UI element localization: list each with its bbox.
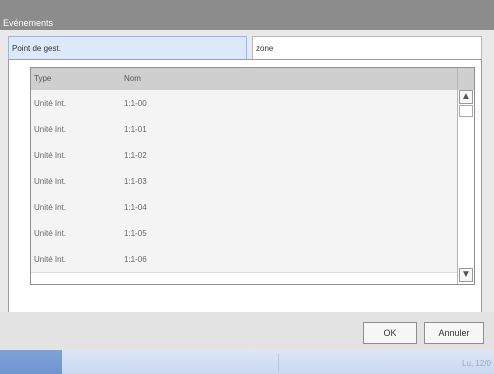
tab-point-de-gest[interactable]: Point de gest.: [8, 36, 247, 60]
down-arrow-icon[interactable]: ▼: [459, 268, 473, 282]
row-name: 1:1-05: [124, 229, 147, 238]
row-type: Unité Int.: [34, 151, 67, 160]
column-header-name[interactable]: Nom: [124, 74, 141, 83]
cancel-button[interactable]: Annuler: [424, 322, 484, 344]
row-type: Unité Int.: [34, 229, 67, 238]
row-name: 1:1-02: [124, 151, 147, 160]
dialog-button-bar: [0, 312, 494, 350]
row-type: Unité Int.: [34, 177, 67, 186]
taskbar: Lu, 12/0: [0, 350, 494, 374]
events-dialog: Evénements Point de gest. zone Type Nom …: [0, 0, 494, 350]
ok-button[interactable]: OK: [363, 322, 417, 344]
table-row[interactable]: Unité Int. 1:1-05: [31, 220, 459, 247]
tab-zone[interactable]: zone: [252, 36, 482, 60]
row-type: Unité Int.: [34, 99, 67, 108]
taskbar-clock: Lu, 12/0: [462, 359, 491, 368]
table-row[interactable]: Unité Int. 1:1-06: [31, 246, 459, 273]
table-row[interactable]: Unité Int. 1:1-00: [31, 90, 459, 117]
list-header: Type Nom: [31, 68, 459, 91]
row-type: Unité Int.: [34, 255, 67, 264]
vertical-scrollbar[interactable]: ▲ ▼: [457, 68, 474, 284]
row-name: 1:1-06: [124, 255, 147, 264]
title-bar: Evénements: [0, 0, 494, 30]
window-title: Evénements: [3, 18, 54, 28]
taskbar-start-button[interactable]: [0, 350, 62, 374]
table-row[interactable]: Unité Int. 1:1-04: [31, 194, 459, 221]
scrollbar-header-cap: [458, 68, 474, 90]
table-row[interactable]: Unité Int. 1:1-03: [31, 168, 459, 195]
table-row[interactable]: Unité Int. 1:1-02: [31, 142, 459, 169]
scroll-thumb[interactable]: [459, 105, 473, 117]
row-type: Unité Int.: [34, 203, 67, 212]
row-name: 1:1-01: [124, 125, 147, 134]
up-arrow-icon[interactable]: ▲: [459, 90, 473, 104]
row-name: 1:1-04: [124, 203, 147, 212]
column-header-type[interactable]: Type: [34, 74, 51, 83]
row-name: 1:1-03: [124, 177, 147, 186]
taskbar-separator: [278, 354, 279, 372]
row-name: 1:1-00: [124, 99, 147, 108]
table-row[interactable]: Unité Int. 1:1-01: [31, 116, 459, 143]
row-type: Unité Int.: [34, 125, 67, 134]
management-point-list[interactable]: Type Nom Unité Int. 1:1-00 Unité Int. 1:…: [30, 67, 475, 285]
